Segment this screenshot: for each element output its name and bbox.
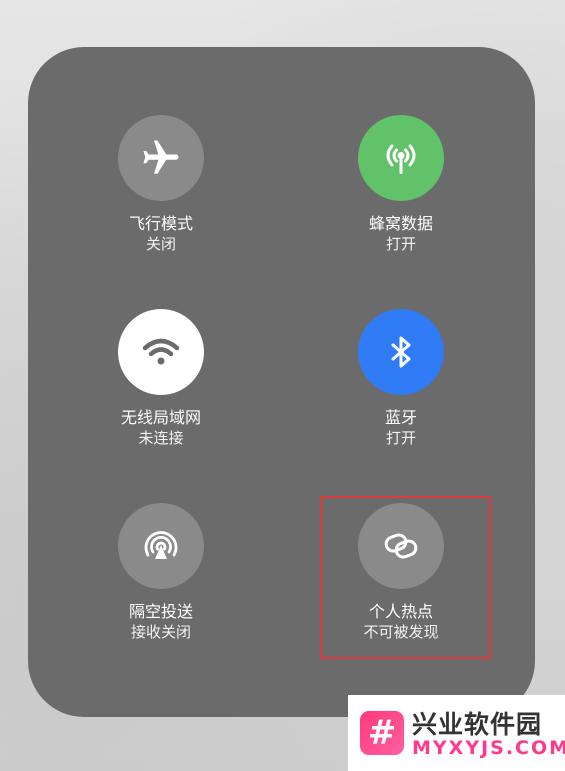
- bluetooth-button[interactable]: [358, 309, 444, 395]
- highlight-annotation-box: [320, 496, 491, 659]
- airplane-mode-button[interactable]: [118, 115, 204, 201]
- airdrop-button[interactable]: [118, 503, 204, 589]
- airplane-icon: [143, 140, 179, 174]
- watermark-site-url: MYXYJS.COM: [412, 737, 565, 759]
- bluetooth-toggle[interactable]: 蓝牙 打开: [301, 309, 501, 479]
- airdrop-status: 接收关闭: [130, 623, 191, 641]
- airplane-mode-status: 关闭: [145, 235, 176, 253]
- wifi-icon: [142, 338, 180, 365]
- cellular-antenna-icon: [386, 144, 416, 174]
- watermark-logo-icon: #: [360, 711, 404, 755]
- wifi-toggle[interactable]: 无线局域网 未连接: [61, 309, 261, 479]
- cellular-data-label: 蜂窝数据: [368, 214, 433, 233]
- cellular-data-button[interactable]: [358, 115, 444, 201]
- bluetooth-icon: [391, 336, 411, 368]
- watermark-site-name: 兴业软件园: [412, 710, 543, 739]
- airplane-mode-toggle[interactable]: 飞行模式 关闭: [61, 115, 261, 285]
- airdrop-icon: [144, 531, 178, 559]
- cellular-data-status: 打开: [385, 235, 416, 253]
- airdrop-toggle[interactable]: 隔空投送 接收关闭: [61, 503, 261, 673]
- wifi-button[interactable]: [118, 309, 204, 395]
- airplane-mode-label: 飞行模式: [128, 214, 193, 233]
- wifi-status: 未连接: [138, 429, 184, 447]
- wifi-label: 无线局域网: [120, 408, 201, 427]
- cellular-data-toggle[interactable]: 蜂窝数据 打开: [301, 115, 501, 285]
- site-watermark: # 兴业软件园 MYXYJS.COM: [348, 695, 565, 771]
- bluetooth-label: 蓝牙: [384, 408, 417, 427]
- bluetooth-status: 打开: [385, 429, 416, 447]
- airdrop-label: 隔空投送: [128, 602, 193, 621]
